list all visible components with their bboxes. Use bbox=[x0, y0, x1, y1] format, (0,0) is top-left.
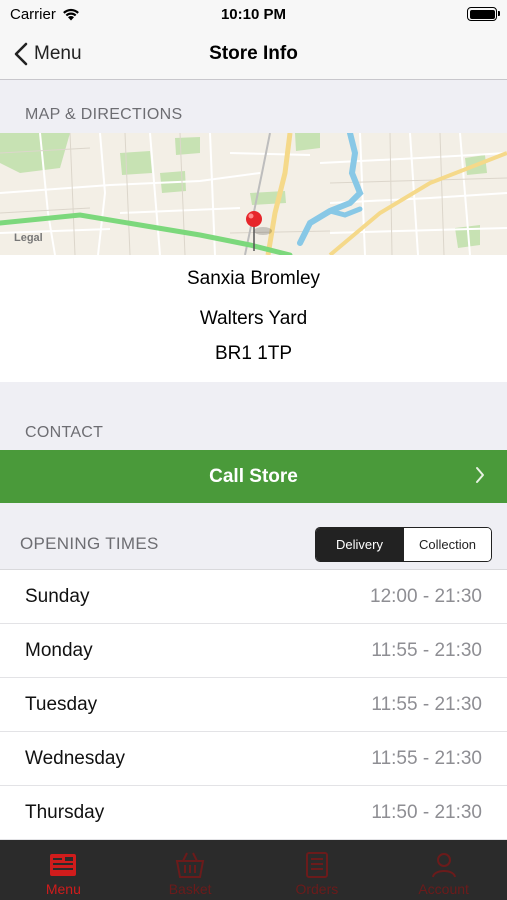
day-label: Tuesday bbox=[25, 693, 98, 715]
address-card: Sanxia Bromley Walters Yard BR1 1TP bbox=[0, 255, 507, 382]
menu-board-icon bbox=[50, 854, 77, 876]
store-street: Walters Yard bbox=[199, 308, 308, 329]
hours-label: 12:00 - 21:30 bbox=[370, 585, 482, 607]
day-label: Monday bbox=[25, 639, 93, 661]
day-label: Wednesday bbox=[25, 747, 125, 769]
contact-section-header: CONTACT bbox=[25, 424, 104, 441]
table-row: Thursday 11:50 - 21:30 bbox=[0, 786, 507, 840]
opening-times-list: Sunday 12:00 - 21:30 Monday 11:55 - 21:3… bbox=[0, 569, 507, 840]
call-store-label: Call Store bbox=[209, 465, 298, 487]
table-row: Monday 11:55 - 21:30 bbox=[0, 624, 507, 678]
account-icon bbox=[431, 853, 456, 878]
segment-delivery[interactable]: Delivery bbox=[316, 527, 403, 561]
tab-account-label: Account bbox=[418, 881, 469, 897]
tab-orders[interactable]: Orders bbox=[254, 840, 381, 900]
store-postcode: BR1 1TP bbox=[214, 343, 293, 364]
day-label: Sunday bbox=[25, 585, 90, 607]
hours-label: 11:55 - 21:30 bbox=[371, 693, 482, 715]
tab-menu[interactable]: Menu bbox=[0, 840, 127, 900]
opening-times-header: OPENING TIMES Delivery Collection bbox=[0, 520, 507, 568]
call-store-button[interactable]: Call Store bbox=[0, 450, 507, 503]
status-bar: Carrier 10:10 PM bbox=[0, 0, 507, 28]
table-row: Tuesday 11:55 - 21:30 bbox=[0, 678, 507, 732]
tab-menu-label: Menu bbox=[45, 881, 81, 897]
tab-basket[interactable]: Basket bbox=[127, 840, 254, 900]
status-left: Carrier bbox=[10, 6, 80, 23]
map-legal-link[interactable]: Legal bbox=[14, 232, 43, 244]
day-label: Thursday bbox=[25, 801, 105, 823]
opening-times-title: OPENING TIMES bbox=[20, 534, 159, 553]
basket-icon bbox=[175, 852, 205, 878]
back-button-label: Menu bbox=[34, 43, 82, 64]
store-name: Sanxia Bromley bbox=[186, 268, 321, 289]
navigation-bar: Menu Store Info bbox=[0, 28, 507, 80]
orders-icon bbox=[305, 852, 328, 878]
tab-account[interactable]: Account bbox=[380, 840, 507, 900]
tab-bar: Menu Basket Orders Account bbox=[0, 840, 507, 900]
table-row: Sunday 12:00 - 21:30 bbox=[0, 570, 507, 624]
map-section-header: MAP & DIRECTIONS bbox=[25, 106, 183, 123]
carrier-label: Carrier bbox=[10, 5, 56, 23]
chevron-left-icon bbox=[14, 42, 28, 66]
table-row: Wednesday 11:55 - 21:30 bbox=[0, 732, 507, 786]
tab-orders-label: Orders bbox=[295, 881, 339, 897]
hours-label: 11:55 - 21:30 bbox=[371, 639, 482, 661]
wifi-icon bbox=[62, 8, 79, 20]
hours-label: 11:50 - 21:30 bbox=[371, 801, 482, 823]
battery-icon bbox=[467, 7, 500, 21]
map-graphic bbox=[0, 133, 507, 255]
chevron-right-icon bbox=[476, 467, 484, 483]
delivery-collection-toggle: Delivery Collection bbox=[315, 526, 492, 562]
segment-collection[interactable]: Collection bbox=[403, 527, 491, 561]
back-button[interactable]: Menu bbox=[14, 28, 82, 80]
tab-basket-label: Basket bbox=[168, 881, 212, 897]
store-map[interactable]: Legal bbox=[0, 133, 507, 255]
hours-label: 11:55 - 21:30 bbox=[371, 747, 482, 769]
